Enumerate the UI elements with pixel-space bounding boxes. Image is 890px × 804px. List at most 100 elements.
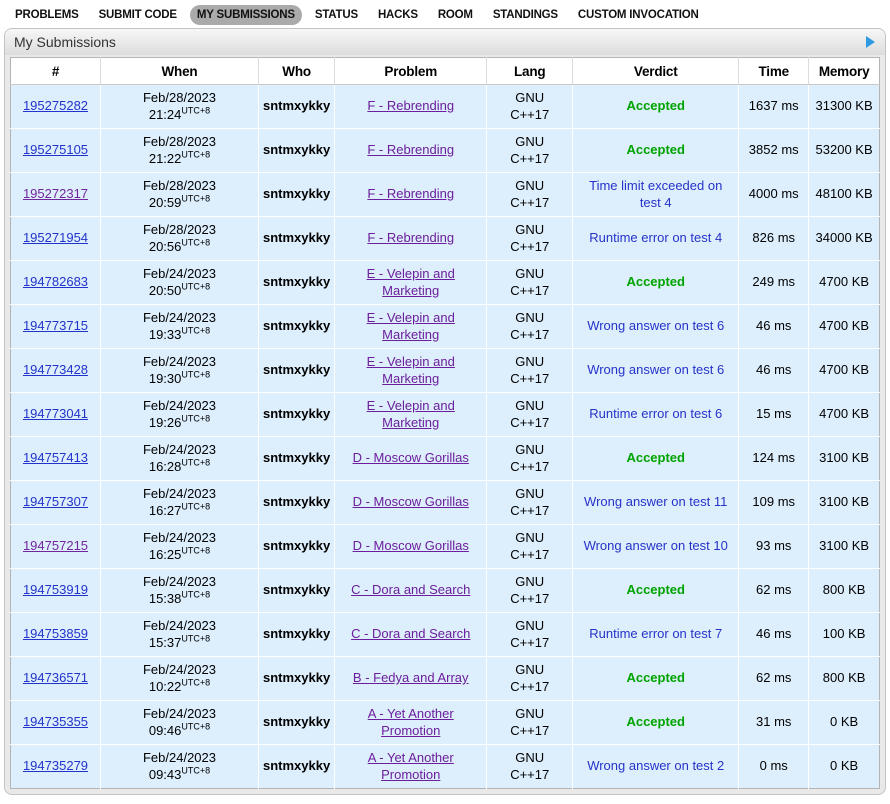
table-row: 194773428 Feb/24/2023 19:30UTC+8 sntmxyk…	[11, 349, 880, 393]
submission-lang: GNU C++17	[487, 525, 573, 569]
submission-id-link[interactable]: 194735355	[23, 714, 88, 729]
submission-when: Feb/24/2023 16:27UTC+8	[101, 481, 259, 525]
submission-lang: GNU C++17	[487, 217, 573, 261]
table-row: 195275105 Feb/28/2023 21:22UTC+8 sntmxyk…	[11, 129, 880, 173]
table-row: 195272317 Feb/28/2023 20:59UTC+8 sntmxyk…	[11, 173, 880, 217]
table-header-row: # When Who Problem Lang Verdict Time Mem…	[11, 58, 880, 85]
submission-author: sntmxykky	[259, 173, 335, 217]
nav-item-status[interactable]: Status	[308, 5, 365, 25]
contest-nav: Problems Submit Code My Submissions Status H…	[0, 0, 890, 28]
submission-time-consumed: 826 ms	[739, 217, 809, 261]
submission-lang: GNU C++17	[487, 701, 573, 745]
submission-id-link[interactable]: 195271954	[23, 230, 88, 245]
submission-time-consumed: 4000 ms	[739, 173, 809, 217]
problem-link[interactable]: F - Rebrending	[367, 98, 454, 113]
submission-lang: GNU C++17	[487, 349, 573, 393]
table-row: 194782683 Feb/24/2023 20:50UTC+8 sntmxyk…	[11, 261, 880, 305]
submission-when: Feb/24/2023 16:25UTC+8	[101, 525, 259, 569]
submission-memory: 34000 KB	[809, 217, 880, 261]
problem-link[interactable]: F - Rebrending	[367, 186, 454, 201]
submission-time-consumed: 31 ms	[739, 701, 809, 745]
nav-item-hacks[interactable]: Hacks	[371, 5, 425, 25]
problem-link[interactable]: C - Dora and Search	[351, 626, 470, 641]
submission-time-consumed: 46 ms	[739, 305, 809, 349]
submission-author: sntmxykky	[259, 437, 335, 481]
panel-title: My Submissions	[14, 34, 116, 50]
problem-link[interactable]: D - Moscow Gorillas	[353, 538, 469, 553]
submission-time-consumed: 46 ms	[739, 613, 809, 657]
submission-id-link[interactable]: 194773041	[23, 406, 88, 421]
problem-link[interactable]: E - Velepin and Marketing	[367, 354, 455, 386]
problem-link[interactable]: F - Rebrending	[367, 142, 454, 157]
table-row: 194773715 Feb/24/2023 19:33UTC+8 sntmxyk…	[11, 305, 880, 349]
problem-link[interactable]: A - Yet Another Promotion	[368, 706, 454, 738]
submission-author: sntmxykky	[259, 129, 335, 173]
submission-id-link[interactable]: 194736571	[23, 670, 88, 685]
verdict-text: Runtime error on test 4	[589, 230, 722, 245]
submission-time-consumed: 249 ms	[739, 261, 809, 305]
submission-id-link[interactable]: 194773428	[23, 362, 88, 377]
verdict-text: Accepted	[626, 142, 685, 157]
submission-memory: 4700 KB	[809, 393, 880, 437]
submission-time-consumed: 15 ms	[739, 393, 809, 437]
verdict-text: Runtime error on test 7	[589, 626, 722, 641]
submission-when: Feb/24/2023 09:43UTC+8	[101, 745, 259, 789]
problem-link[interactable]: E - Velepin and Marketing	[367, 310, 455, 342]
submission-lang: GNU C++17	[487, 305, 573, 349]
submission-author: sntmxykky	[259, 217, 335, 261]
submission-id-link[interactable]: 195272317	[23, 186, 88, 201]
submission-when: Feb/28/2023 20:59UTC+8	[101, 173, 259, 217]
submission-id-link[interactable]: 195275282	[23, 98, 88, 113]
header-when: When	[101, 58, 259, 85]
submission-lang: GNU C++17	[487, 569, 573, 613]
problem-link[interactable]: D - Moscow Gorillas	[353, 450, 469, 465]
nav-item-my-submissions[interactable]: My Submissions	[190, 5, 302, 25]
submission-id-link[interactable]: 194735279	[23, 758, 88, 773]
table-row: 194757413 Feb/24/2023 16:28UTC+8 sntmxyk…	[11, 437, 880, 481]
nav-item-problems[interactable]: Problems	[8, 5, 86, 25]
nav-item-submit-code[interactable]: Submit Code	[92, 5, 184, 25]
verdict-text: Wrong answer on test 6	[587, 318, 724, 333]
nav-item-standings[interactable]: Standings	[486, 5, 565, 25]
submission-id-link[interactable]: 194773715	[23, 318, 88, 333]
verdict-text: Wrong answer on test 11	[584, 494, 727, 509]
submission-id-link[interactable]: 194753919	[23, 582, 88, 597]
problem-link[interactable]: C - Dora and Search	[351, 582, 470, 597]
submission-id-link[interactable]: 194753859	[23, 626, 88, 641]
submission-author: sntmxykky	[259, 305, 335, 349]
submission-id-link[interactable]: 195275105	[23, 142, 88, 157]
submission-author: sntmxykky	[259, 569, 335, 613]
nav-item-custom-invocation[interactable]: Custom Invocation	[571, 5, 706, 25]
problem-link[interactable]: E - Velepin and Marketing	[367, 266, 455, 298]
submission-when: Feb/24/2023 10:22UTC+8	[101, 657, 259, 701]
submission-author: sntmxykky	[259, 525, 335, 569]
submission-memory: 4700 KB	[809, 261, 880, 305]
table-row: 194736571 Feb/24/2023 10:22UTC+8 sntmxyk…	[11, 657, 880, 701]
submission-lang: GNU C++17	[487, 657, 573, 701]
collapse-right-triangle-icon[interactable]	[866, 36, 875, 48]
problem-link[interactable]: B - Fedya and Array	[353, 670, 469, 685]
problem-link[interactable]: A - Yet Another Promotion	[368, 750, 454, 782]
submission-time-consumed: 109 ms	[739, 481, 809, 525]
submission-id-link[interactable]: 194757215	[23, 538, 88, 553]
submission-time-consumed: 124 ms	[739, 437, 809, 481]
submission-id-link[interactable]: 194757413	[23, 450, 88, 465]
table-row: 194757307 Feb/24/2023 16:27UTC+8 sntmxyk…	[11, 481, 880, 525]
submission-memory: 0 KB	[809, 701, 880, 745]
table-row: 195271954 Feb/28/2023 20:56UTC+8 sntmxyk…	[11, 217, 880, 261]
submission-time-consumed: 0 ms	[739, 745, 809, 789]
submission-id-link[interactable]: 194782683	[23, 274, 88, 289]
nav-item-room[interactable]: Room	[431, 5, 480, 25]
submission-when: Feb/24/2023 19:30UTC+8	[101, 349, 259, 393]
problem-link[interactable]: F - Rebrending	[367, 230, 454, 245]
problem-link[interactable]: E - Velepin and Marketing	[367, 398, 455, 430]
submissions-table: # When Who Problem Lang Verdict Time Mem…	[10, 57, 880, 789]
panel-caption: My Submissions	[5, 29, 885, 55]
table-row: 194753919 Feb/24/2023 15:38UTC+8 sntmxyk…	[11, 569, 880, 613]
submission-when: Feb/24/2023 15:38UTC+8	[101, 569, 259, 613]
problem-link[interactable]: D - Moscow Gorillas	[353, 494, 469, 509]
submission-when: Feb/24/2023 16:28UTC+8	[101, 437, 259, 481]
submission-id-link[interactable]: 194757307	[23, 494, 88, 509]
verdict-text: Time limit exceeded on test 4	[589, 178, 722, 210]
submissions-table-wrap: # When Who Problem Lang Verdict Time Mem…	[10, 57, 880, 789]
